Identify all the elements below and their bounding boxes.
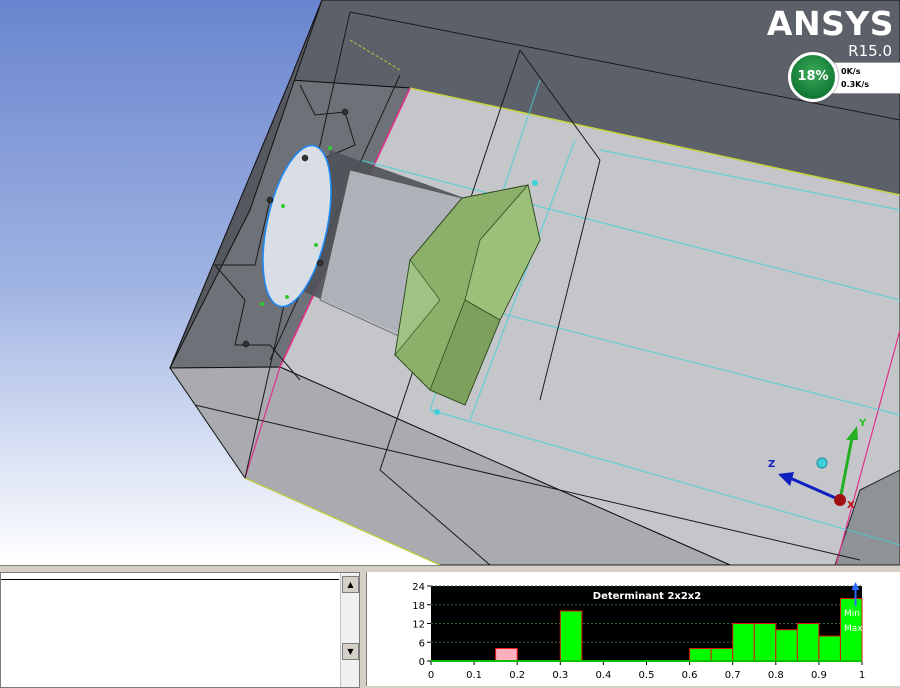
- message-list[interactable]: [1, 579, 339, 666]
- x-tick-label: 0.8: [768, 670, 784, 681]
- histogram-title: Determinant 2x2x2: [593, 591, 701, 602]
- histogram-bar: [818, 635, 841, 662]
- y-tick-label: 24: [412, 582, 425, 593]
- histogram-bar: [559, 610, 583, 662]
- histogram-bar: [732, 623, 755, 662]
- x-tick-label: 1: [859, 670, 865, 681]
- x-tick-label: 0.6: [682, 670, 698, 681]
- triad-iso-ball: [816, 457, 828, 469]
- bottom-panels: ▲ ▼ 0 6 12 18 24 0 0.1 0.2 0.3 0.4 0.5 0.6 0.7 0.8 0.9…: [0, 565, 900, 688]
- x-tick-label: 0.9: [811, 670, 827, 681]
- x-tick-label: 0.5: [639, 670, 655, 681]
- histogram-bar: [689, 648, 712, 662]
- y-tick-label: 0: [419, 657, 425, 668]
- histogram-bar: [710, 648, 734, 662]
- network-monitor-widget[interactable]: ↑ 0K/s ↓ 0.3K/s 18% +: [788, 52, 900, 102]
- upload-speed: 0K/s: [841, 67, 861, 76]
- quality-histogram-panel[interactable]: 0 6 12 18 24 0 0.1 0.2 0.3 0.4 0.5 0.6 0.7 0.8 0.9 1 Det…: [366, 572, 900, 686]
- histogram-bar: [753, 623, 777, 662]
- scroll-down-button[interactable]: ▼: [342, 643, 359, 660]
- y-tick-label: 18: [412, 601, 425, 612]
- x-tick-label: 0.7: [725, 670, 741, 681]
- histogram-min-label: Min 0.171: [844, 609, 889, 619]
- x-tick-label: 0: [428, 670, 434, 681]
- y-tick-label: 6: [419, 638, 425, 649]
- download-speed: 0.3K/s: [841, 80, 870, 89]
- message-scrollbar[interactable]: ▲ ▼: [340, 573, 359, 687]
- ansys-logo: ANSYS R15.0: [766, 4, 894, 59]
- x-tick-label: 0.3: [552, 670, 568, 681]
- x-tick-label: 0.2: [509, 670, 525, 681]
- histogram-max-label: Max 1: [844, 624, 871, 634]
- model-geometry[interactable]: [0, 0, 900, 565]
- histogram-bar: [796, 623, 820, 662]
- histogram-bar: [495, 648, 518, 662]
- triad-z-label: Z: [768, 459, 776, 470]
- cpu-percent-badge[interactable]: 18%: [788, 52, 838, 102]
- determinant-histogram[interactable]: 0 6 12 18 24 0 0.1 0.2 0.3 0.4 0.5 0.6 0.7 0.8 0.9 1 Det…: [367, 572, 900, 686]
- triad-x-label: X: [847, 500, 855, 511]
- x-tick-label: 0.1: [466, 670, 482, 681]
- histogram-bar: [775, 629, 798, 662]
- x-tick-label: 0.4: [595, 670, 611, 681]
- message-panel[interactable]: ▲ ▼: [0, 572, 360, 688]
- graphics-viewport[interactable]: Y Z X ANSYS R15.0 ↑ 0K/s ↓ 0.3K/s 18% +: [0, 0, 900, 565]
- y-tick-label: 12: [412, 620, 425, 631]
- brand-name: ANSYS: [766, 4, 894, 43]
- triad-y-label: Y: [859, 418, 867, 429]
- scroll-up-button[interactable]: ▲: [342, 576, 359, 593]
